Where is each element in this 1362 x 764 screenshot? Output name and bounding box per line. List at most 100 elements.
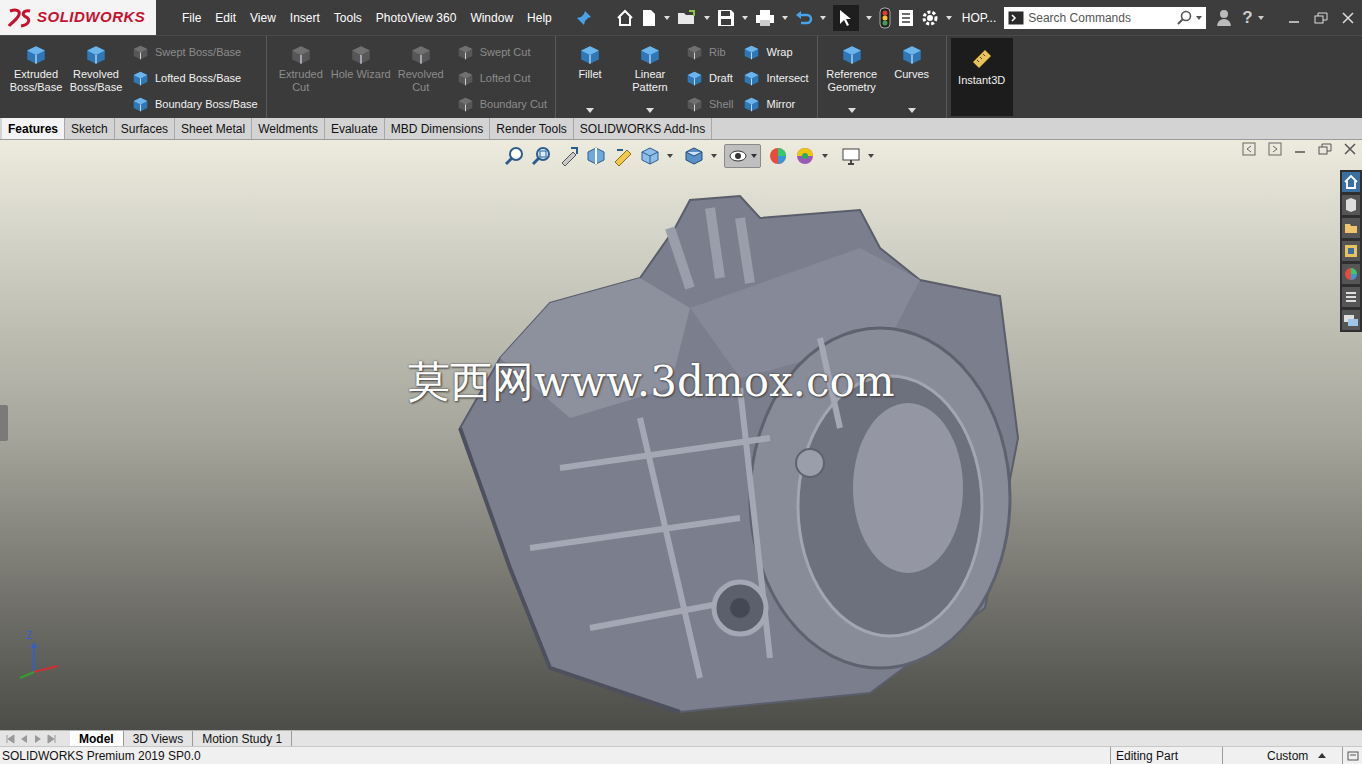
view-settings-icon[interactable] bbox=[841, 146, 861, 166]
dropdown-arrow-icon[interactable] bbox=[820, 16, 826, 20]
close-icon[interactable] bbox=[1342, 12, 1354, 24]
curves-button[interactable]: Curves bbox=[882, 36, 942, 118]
linear-pattern-button[interactable]: Linear Pattern bbox=[620, 36, 680, 118]
dynamic-annotation-icon[interactable] bbox=[613, 146, 633, 166]
up-arrow-icon[interactable] bbox=[1318, 753, 1326, 758]
instant3d-button[interactable]: Instant3D bbox=[951, 38, 1013, 116]
menu-item[interactable]: Window bbox=[464, 9, 519, 27]
unit-system[interactable]: Custom bbox=[1222, 747, 1342, 764]
print-icon[interactable] bbox=[755, 9, 775, 27]
fillet-button[interactable]: Fillet bbox=[560, 36, 620, 118]
custom-properties-icon[interactable] bbox=[1342, 287, 1360, 307]
dropdown-arrow-icon[interactable] bbox=[667, 154, 673, 158]
search-commands-toggle[interactable] bbox=[1004, 7, 1028, 29]
rebuild-traffic-light-icon[interactable] bbox=[879, 7, 891, 29]
menu-item[interactable]: File bbox=[176, 9, 207, 27]
magnifier-icon[interactable] bbox=[1177, 10, 1193, 26]
section-view-icon[interactable] bbox=[586, 146, 606, 166]
intersect-button[interactable]: Intersect bbox=[739, 65, 812, 91]
pin-icon[interactable] bbox=[576, 10, 592, 26]
dropdown-arrow-icon[interactable] bbox=[868, 154, 874, 158]
extruded-boss-base-button[interactable]: Extruded Boss/Base bbox=[6, 36, 66, 118]
wrap-button[interactable]: Wrap bbox=[739, 39, 812, 65]
previous-view-icon[interactable] bbox=[559, 146, 579, 166]
options-gear-icon[interactable] bbox=[921, 9, 939, 27]
model-tab[interactable]: Model bbox=[70, 731, 124, 746]
search-box[interactable] bbox=[1004, 7, 1206, 29]
dropdown-arrow-icon[interactable] bbox=[711, 154, 717, 158]
resources-home-icon[interactable] bbox=[1342, 172, 1360, 192]
last-tab-icon[interactable] bbox=[46, 733, 58, 745]
next-panel-icon[interactable] bbox=[1268, 142, 1282, 156]
minimize-icon[interactable] bbox=[1288, 12, 1300, 24]
menu-item[interactable]: Insert bbox=[284, 9, 326, 27]
dropdown-arrow-icon[interactable] bbox=[908, 108, 916, 113]
dropdown-arrow-icon[interactable] bbox=[946, 16, 952, 20]
dropdown-arrow-icon[interactable] bbox=[782, 16, 788, 20]
command-tab[interactable]: SOLIDWORKS Add-Ins bbox=[574, 118, 712, 139]
dropdown-arrow-icon[interactable] bbox=[586, 108, 594, 113]
close-icon[interactable] bbox=[1344, 143, 1356, 155]
menu-item[interactable]: PhotoView 360 bbox=[370, 9, 463, 27]
undo-icon[interactable] bbox=[795, 9, 813, 27]
save-icon[interactable] bbox=[717, 9, 735, 27]
draft-button[interactable]: Draft bbox=[682, 65, 737, 91]
minimize-icon[interactable] bbox=[1294, 143, 1306, 155]
hole-wizard-button[interactable]: Hole Wizard bbox=[331, 36, 391, 118]
next-tab-icon[interactable] bbox=[32, 733, 44, 745]
lofted-boss-base-button[interactable]: Lofted Boss/Base bbox=[128, 65, 262, 91]
model-tab[interactable]: Motion Study 1 bbox=[193, 731, 292, 746]
hide-show-items-button[interactable] bbox=[724, 144, 761, 168]
mirror-button[interactable]: Mirror bbox=[739, 91, 812, 117]
first-tab-icon[interactable] bbox=[4, 733, 16, 745]
restore-icon[interactable] bbox=[1318, 143, 1332, 155]
graphics-area[interactable]: 莫西网www.3dmox.com Z bbox=[0, 140, 1362, 730]
command-tab[interactable]: Surfaces bbox=[115, 118, 175, 139]
view-palette-icon[interactable] bbox=[1342, 241, 1360, 261]
select-button[interactable] bbox=[833, 5, 859, 31]
menu-item[interactable]: View bbox=[244, 9, 282, 27]
model-tab[interactable]: 3D Views bbox=[124, 731, 193, 746]
revolved-cut-button[interactable]: Revolved Cut bbox=[391, 36, 451, 118]
file-properties-icon[interactable] bbox=[898, 9, 914, 27]
swept-boss-base-button[interactable]: Swept Boss/Base bbox=[128, 39, 262, 65]
help-button[interactable]: ? bbox=[1242, 5, 1252, 31]
logo[interactable]: SOLIDWORKS bbox=[0, 0, 156, 35]
menu-item[interactable]: Tools bbox=[328, 9, 368, 27]
feature-tree-collapse-tab[interactable] bbox=[0, 405, 8, 441]
view-orientation-icon[interactable] bbox=[640, 146, 660, 166]
command-tab[interactable]: Evaluate bbox=[325, 118, 385, 139]
previous-panel-icon[interactable] bbox=[1242, 142, 1256, 156]
menu-item[interactable]: Help bbox=[521, 9, 558, 27]
dropdown-arrow-icon[interactable] bbox=[646, 108, 654, 113]
search-input[interactable] bbox=[1028, 8, 1177, 28]
dropdown-arrow-icon[interactable] bbox=[1196, 16, 1202, 20]
command-tab[interactable]: Weldments bbox=[252, 118, 325, 139]
command-tab[interactable]: Sheet Metal bbox=[175, 118, 252, 139]
boundary-boss-base-button[interactable]: Boundary Boss/Base bbox=[128, 91, 262, 117]
extruded-cut-button[interactable]: Extruded Cut bbox=[271, 36, 331, 118]
forum-icon[interactable] bbox=[1342, 310, 1360, 330]
command-tab[interactable]: Features bbox=[2, 118, 65, 139]
user-icon[interactable] bbox=[1216, 9, 1232, 27]
rib-button[interactable]: Rib bbox=[682, 39, 737, 65]
file-explorer-icon[interactable] bbox=[1342, 218, 1360, 238]
menu-item[interactable]: Edit bbox=[209, 9, 242, 27]
swept-cut-button[interactable]: Swept Cut bbox=[453, 39, 551, 65]
command-tab[interactable]: MBD Dimensions bbox=[385, 118, 491, 139]
dropdown-arrow-icon[interactable] bbox=[848, 108, 856, 113]
shell-button[interactable]: Shell bbox=[682, 91, 737, 117]
dropdown-arrow-icon[interactable] bbox=[742, 16, 748, 20]
restore-icon[interactable] bbox=[1314, 12, 1328, 24]
revolved-boss-base-button[interactable]: Revolved Boss/Base bbox=[66, 36, 126, 118]
reference-geometry-button[interactable]: Reference Geometry bbox=[822, 36, 882, 118]
home-icon[interactable] bbox=[616, 9, 634, 27]
edit-appearance-icon[interactable] bbox=[768, 146, 788, 166]
design-library-icon[interactable] bbox=[1342, 195, 1360, 215]
boundary-cut-button[interactable]: Boundary Cut bbox=[453, 91, 551, 117]
new-document-icon[interactable] bbox=[641, 9, 657, 27]
command-tab[interactable]: Sketch bbox=[65, 118, 115, 139]
dropdown-arrow-icon[interactable] bbox=[822, 154, 828, 158]
lofted-cut-button[interactable]: Lofted Cut bbox=[453, 65, 551, 91]
dropdown-arrow-icon[interactable] bbox=[664, 16, 670, 20]
